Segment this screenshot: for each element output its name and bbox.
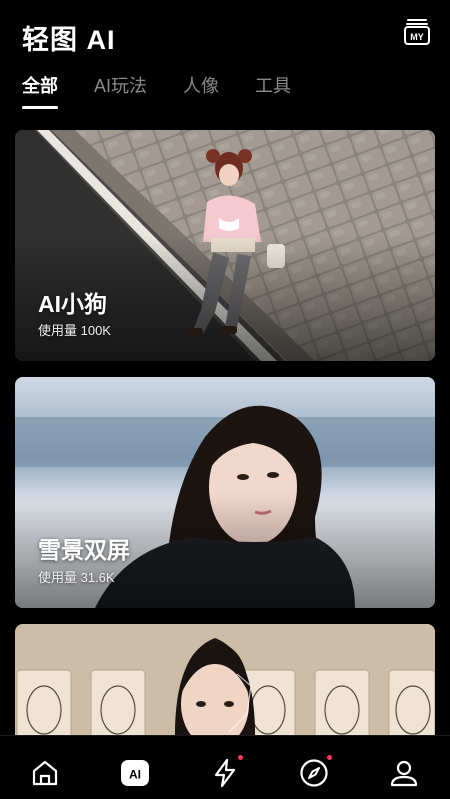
bottom-navigation: AI [0,735,450,799]
header: 轻图 AI MY [0,0,450,70]
card-title: AI小狗 [38,291,107,317]
feature-card-ai-puppy[interactable]: AI小狗 使用量 100K [15,130,435,361]
nav-lightning[interactable] [210,755,243,788]
tab-ai-play[interactable]: AI玩法 [94,74,147,110]
feature-card-snow-dual-screen[interactable]: 雪景双屏 使用量 31.6K [15,377,435,608]
profile-icon [390,760,418,787]
card-usage-count: 使用量 31.6K [38,570,115,585]
tab-all[interactable]: 全部 [22,74,58,110]
category-tabs: 全部 AI玩法 人像 工具 [22,74,291,110]
nav-profile[interactable] [389,758,419,788]
my-collection-icon: MY [404,19,430,45]
ai-nav-label: AI [129,768,141,782]
face-analysis-preview-image [15,624,435,744]
app-title: 轻图 AI [22,25,116,55]
nav-discover[interactable] [299,755,332,788]
home-icon [32,760,58,786]
lightning-icon [214,758,236,788]
nav-ai[interactable]: AI [120,758,150,788]
nav-home[interactable] [30,758,60,788]
feature-card-face-analysis[interactable] [15,624,435,744]
card-usage-count: 使用量 100K [38,323,111,338]
tab-tools[interactable]: 工具 [255,74,291,110]
notification-dot [327,755,332,760]
card-title: 雪景双屏 [38,537,130,563]
my-collection-button[interactable]: MY [404,18,430,46]
compass-icon [300,759,328,787]
my-badge-text: MY [410,32,424,42]
ai-icon: AI [121,760,149,786]
notification-dot [238,755,243,760]
tab-portrait[interactable]: 人像 [183,74,219,110]
